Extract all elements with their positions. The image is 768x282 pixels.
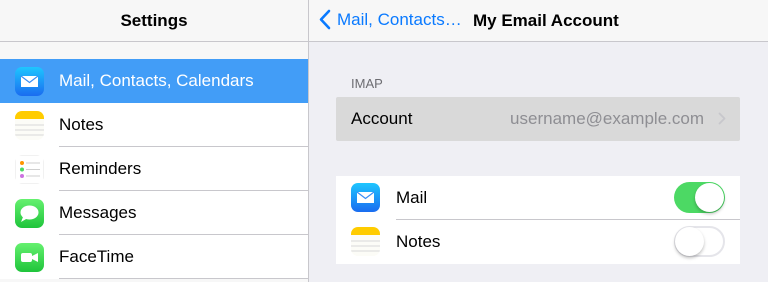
toggle-row-mail: Mail — [336, 176, 740, 220]
toggle-label: Mail — [396, 188, 428, 207]
account-label: Account — [351, 109, 413, 128]
sidebar-item-label: Notes — [59, 115, 104, 134]
chevron-right-icon — [718, 112, 726, 125]
mail-icon — [351, 183, 380, 212]
mail-toggle[interactable] — [674, 182, 725, 213]
toggle-label: Notes — [396, 232, 441, 251]
sidebar-item-label: Mail, Contacts, Calendars — [59, 71, 254, 90]
toggle-knob — [675, 227, 704, 256]
sidebar-header: Settings — [0, 0, 308, 42]
back-button-label: Mail, Contacts… — [337, 9, 462, 29]
toggle-knob — [695, 183, 724, 212]
sidebar-item-label: Reminders — [59, 159, 142, 178]
sidebar-title: Settings — [120, 11, 188, 30]
messages-icon — [15, 199, 44, 228]
account-value: username@example.com — [510, 109, 704, 128]
sidebar-item-facetime[interactable]: FaceTime — [0, 235, 308, 279]
sidebar-item-reminders[interactable]: Reminders — [0, 147, 308, 191]
reminders-icon — [15, 155, 44, 184]
notes-icon — [351, 227, 380, 256]
back-button[interactable]: Mail, Contacts… — [319, 9, 462, 30]
detail-pane: Mail, Contacts… My Email Account IMAP Ac… — [309, 0, 768, 282]
facetime-icon — [15, 243, 44, 272]
detail-header: Mail, Contacts… My Email Account — [309, 0, 768, 42]
chevron-left-icon — [319, 9, 331, 30]
sidebar-list: Mail, Contacts, Calendars Notes Reminder… — [0, 59, 308, 279]
row-separator — [59, 278, 308, 279]
sync-toggles-group: Mail Notes — [336, 176, 740, 264]
toggle-row-notes: Notes — [336, 220, 740, 264]
notes-toggle[interactable] — [674, 226, 725, 257]
section-header-imap: IMAP — [351, 76, 383, 91]
sidebar-item-notes[interactable]: Notes — [0, 103, 308, 147]
sidebar-item-mail-contacts-calendars[interactable]: Mail, Contacts, Calendars — [0, 59, 308, 103]
mail-icon — [15, 67, 44, 96]
sidebar-item-label: FaceTime — [59, 247, 134, 266]
sidebar-item-label: Messages — [59, 203, 137, 222]
page-title: My Email Account — [473, 11, 619, 30]
settings-sidebar: Settings Mail, Contacts, Calendars Notes… — [0, 0, 308, 282]
sidebar-item-messages[interactable]: Messages — [0, 191, 308, 235]
account-row[interactable]: Account username@example.com — [336, 97, 740, 141]
notes-icon — [15, 111, 44, 140]
